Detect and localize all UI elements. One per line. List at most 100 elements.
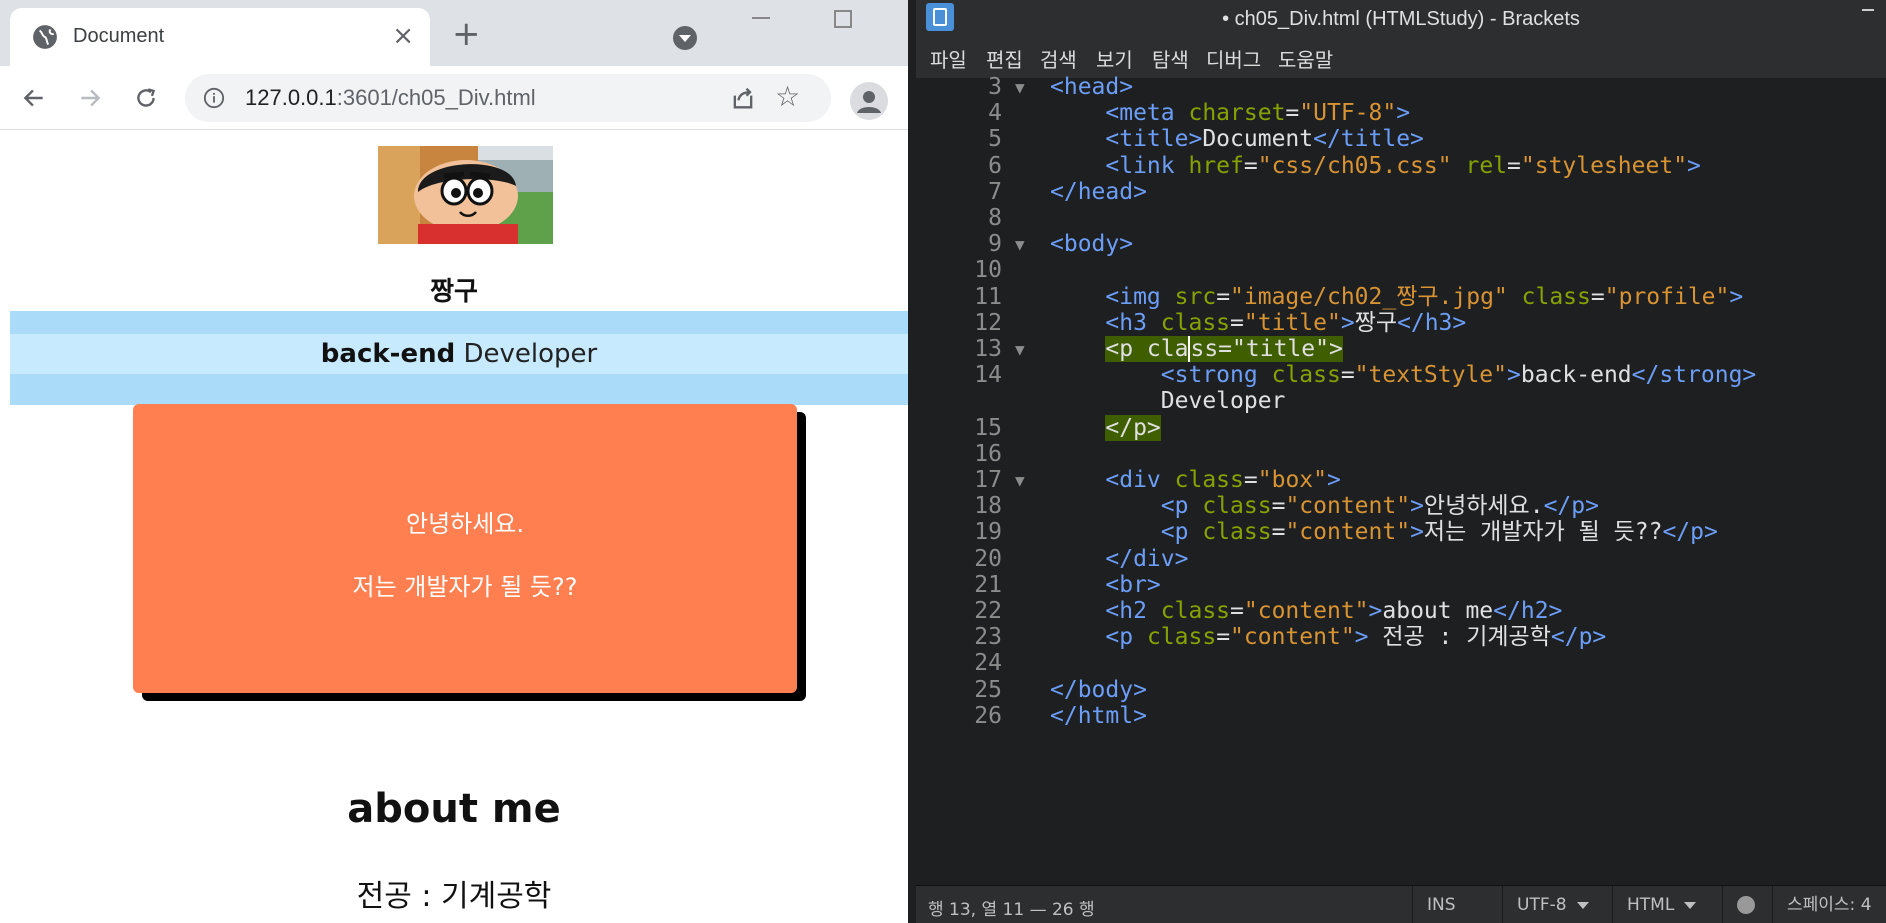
code-token: "box": [1257, 467, 1327, 493]
code-token: <body>: [1050, 231, 1134, 258]
code-line[interactable]: 26 </html>: [916, 701, 1886, 732]
code-token: href: [1188, 152, 1244, 179]
code-token: <p cla: [1105, 336, 1189, 362]
menu-item[interactable]: 편집: [986, 44, 1023, 73]
code-token: </head>: [1050, 178, 1147, 205]
editor-title: • ch05_Div.html (HTMLStudy) - Brackets: [1222, 8, 1580, 30]
back-button[interactable]: [12, 76, 56, 120]
code-token: "content": [1285, 519, 1411, 546]
star-icon[interactable]: ☆: [775, 82, 800, 112]
chevron-down-icon: [1684, 901, 1697, 909]
code-token: </body>: [1050, 676, 1147, 703]
profile-icon[interactable]: [850, 82, 888, 120]
code-token: "css/ch05.css": [1257, 152, 1452, 179]
code-token: </html>: [1050, 702, 1147, 729]
indent-setting[interactable]: 스페이스: 4: [1772, 886, 1886, 923]
code-token: <p: [1105, 624, 1147, 651]
url-text[interactable]: 127.0.0.1:3601/ch05_Div.html: [245, 85, 536, 111]
code-token: "title": [1243, 309, 1341, 336]
tab-strip: Document × +: [0, 0, 908, 66]
code-token: <h3: [1105, 309, 1161, 336]
code-token: >: [1729, 283, 1744, 310]
code-token: <p: [1160, 519, 1203, 546]
reload-button[interactable]: [124, 76, 168, 120]
address-bar[interactable]: 127.0.0.1:3601/ch05_Div.html ☆: [185, 74, 831, 122]
code-token: >: [1354, 624, 1369, 651]
menu-item[interactable]: 디버그: [1206, 44, 1261, 73]
code-token: class: [1202, 519, 1272, 546]
close-icon[interactable]: ×: [392, 22, 414, 50]
code-token: </p>: [1550, 624, 1607, 651]
code-token: </p>: [1105, 414, 1161, 441]
brackets-editor: • ch05_Div.html (HTMLStudy) - Brackets 파…: [908, 0, 1886, 923]
code-token: <title>: [1105, 126, 1203, 153]
code-token: Developer: [1050, 388, 1286, 415]
code-token: "textStyle": [1354, 362, 1507, 389]
code-token: >: [1396, 100, 1411, 127]
code-token: =: [1285, 100, 1300, 127]
language-select[interactable]: HTML: [1612, 886, 1722, 923]
encoding-select[interactable]: UTF-8: [1502, 886, 1612, 923]
code-token: about me: [1382, 598, 1494, 624]
info-icon[interactable]: [203, 87, 225, 109]
code-text: </html>: [1050, 701, 1147, 732]
ins-mode[interactable]: INS: [1412, 886, 1502, 923]
share-icon[interactable]: [729, 84, 757, 112]
code-token: "content": [1285, 493, 1411, 520]
major-text: 전공 : 기계공학: [356, 879, 552, 914]
code-token: =: [1230, 598, 1244, 624]
back-arrow-icon: [23, 89, 43, 107]
menu-item[interactable]: 보기: [1096, 44, 1133, 73]
line-number: 26: [974, 702, 1002, 729]
code-token: 짱구: [1354, 309, 1398, 336]
new-tab-button[interactable]: +: [452, 17, 481, 51]
code-token: src: [1174, 283, 1217, 310]
code-token: >: [1368, 598, 1383, 624]
code-editor[interactable]: 3 ▼ <head> 4 <meta charset="UTF-8"> 5 <title…: [916, 74, 1886, 878]
editor-title-bar: • ch05_Div.html (HTMLStudy) - Brackets: [916, 0, 1886, 38]
code-token: <meta: [1105, 100, 1189, 127]
forward-button[interactable]: [68, 76, 112, 120]
code-token: "profile": [1604, 283, 1730, 310]
globe-icon: [33, 25, 57, 49]
code-token: class: [1146, 624, 1217, 651]
forward-arrow-icon: [81, 89, 101, 107]
code-token: </p>: [1662, 519, 1718, 546]
code-token: =: [1507, 152, 1521, 179]
maximize-button[interactable]: [834, 10, 852, 28]
code-token: =: [1243, 467, 1258, 493]
menu-item[interactable]: 검색: [1040, 44, 1077, 73]
code-token: <img: [1105, 283, 1175, 310]
code-token: <br>: [1105, 571, 1161, 598]
code-token: <head>: [1050, 74, 1134, 100]
code-token: ss="title">: [1188, 336, 1343, 362]
code-token: </p>: [1543, 493, 1599, 520]
menu-item[interactable]: 탐색: [1152, 44, 1189, 73]
profile-image: [378, 146, 553, 244]
code-token: "content": [1230, 624, 1355, 651]
greeting-box: 안녕하세요. 저는 개발자가 될 듯??: [133, 404, 797, 693]
code-token: class: [1174, 467, 1244, 493]
code-token: <p: [1160, 493, 1203, 520]
code-token: </title>: [1313, 126, 1424, 153]
menu-item[interactable]: 파일: [930, 44, 967, 73]
menu-item[interactable]: 도움말: [1278, 44, 1333, 73]
browser-tab[interactable]: Document ×: [10, 8, 430, 66]
minimize-button[interactable]: [752, 17, 770, 19]
job-title: back-end Developer: [10, 334, 908, 374]
code-token: class: [1271, 362, 1341, 389]
code-token: >: [1340, 309, 1355, 336]
linter-status[interactable]: [1722, 886, 1772, 923]
tab-search-icon[interactable]: [673, 26, 697, 50]
editor-minimize-button[interactable]: [1862, 9, 1874, 11]
